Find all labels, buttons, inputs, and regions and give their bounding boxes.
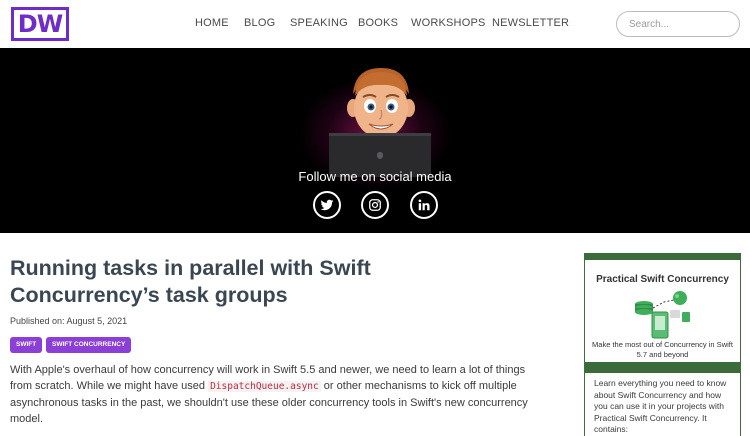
card-divider-bar [585,362,740,373]
nav-speaking[interactable]: SPEAKING [290,17,348,29]
linkedin-icon [418,199,430,211]
published-date: Published on: August 5, 2021 [10,316,128,326]
book-title: Practical Swift Concurrency [596,274,729,285]
book-subtitle: Make the most out of Concurrency in Swif… [592,340,733,359]
search-input[interactable] [616,11,740,37]
tag-swift-concurrency[interactable]: SWIFT CONCURRENCY [46,337,132,353]
nav-blog[interactable]: BLOG [244,17,275,29]
nav-books[interactable]: BOOKS [358,17,398,29]
book-promo-card[interactable]: Practical Swift Concurrency Make the mos… [584,253,741,373]
nav-newsletter[interactable]: NEWSLETTER [492,17,569,29]
instagram-icon [369,199,381,211]
nav-workshops[interactable]: WORKSHOPS [411,17,486,29]
site-logo[interactable]: DW [11,7,69,41]
book-cover-illustration [635,291,690,339]
twitter-button[interactable] [313,191,341,219]
hero-banner: Follow me on social media [0,48,750,233]
instagram-button[interactable] [361,191,389,219]
nav-home[interactable]: HOME [195,17,229,29]
twitter-icon [320,199,334,211]
memoji-avatar [329,68,431,177]
linkedin-button[interactable] [410,191,438,219]
site-header: DW HOME BLOG SPEAKING BOOKS WORKSHOPS NE… [0,0,750,48]
book-description-card: Learn everything you need to know about … [584,373,741,436]
social-heading: Follow me on social media [298,169,452,184]
article-intro: With Apple's overhaul of how concurrency… [10,362,530,427]
inline-code: DispatchQueue.async [208,381,321,392]
article-title: Running tasks in parallel with Swift Con… [10,256,371,307]
book-description: Learn everything you need to know about … [594,378,727,434]
tag-swift[interactable]: SWIFT [10,337,43,353]
